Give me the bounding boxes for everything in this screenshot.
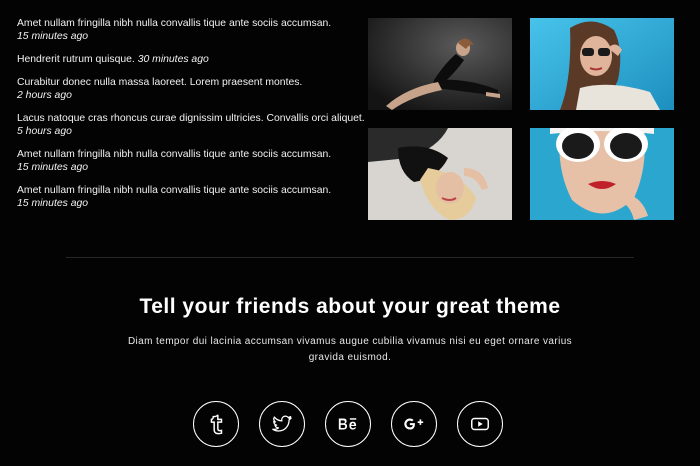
gallery-photo-1[interactable] bbox=[368, 18, 512, 110]
tweet-time[interactable]: 2 hours ago bbox=[17, 89, 347, 102]
tweet-item: Amet nullam fringilla nibh nulla convall… bbox=[17, 148, 347, 174]
tweet-time[interactable]: 15 minutes ago bbox=[17, 161, 347, 174]
tweet-item: Amet nullam fringilla nibh nulla convall… bbox=[17, 184, 347, 210]
tweet-text: Amet nullam fringilla nibh nulla convall… bbox=[17, 18, 332, 29]
photo-gallery bbox=[368, 18, 674, 222]
tweet-text: Lacus natoque cras rhoncus curae digniss… bbox=[17, 113, 365, 124]
tweet-item: Curabitur donec nulla massa laoreet. Lor… bbox=[17, 76, 347, 102]
tweet-time[interactable]: 30 minutes ago bbox=[138, 54, 209, 65]
youtube-icon bbox=[471, 417, 489, 431]
tweet-text: Amet nullam fringilla nibh nulla convall… bbox=[17, 149, 332, 160]
behance-icon bbox=[338, 418, 357, 430]
tweet-time[interactable]: 15 minutes ago bbox=[17, 30, 347, 43]
tumblr-button[interactable] bbox=[193, 401, 239, 447]
google-plus-icon bbox=[404, 418, 424, 430]
tweet-text: Amet nullam fringilla nibh nulla convall… bbox=[17, 185, 332, 196]
tweet-feed: Amet nullam fringilla nibh nulla convall… bbox=[17, 17, 365, 220]
gallery-photo-2[interactable] bbox=[530, 18, 674, 110]
cta-title: Tell your friends about your great theme bbox=[139, 295, 561, 318]
tweet-text-body: Hendrerit rutrum quisque. bbox=[17, 54, 135, 65]
photo-woman-sunglasses-blue-icon bbox=[530, 18, 674, 110]
google-plus-button[interactable] bbox=[391, 401, 437, 447]
cta-description: Diam tempor dui lacinia accumsan vivamus… bbox=[127, 336, 573, 363]
behance-button[interactable] bbox=[325, 401, 371, 447]
tweet-item: Hendrerit rutrum quisque. 30 minutes ago bbox=[17, 53, 347, 66]
tweet-time[interactable]: 15 minutes ago bbox=[17, 197, 347, 210]
social-links bbox=[193, 401, 503, 447]
tweet-item: Amet nullam fringilla nibh nulla convall… bbox=[17, 17, 347, 43]
tumblr-icon bbox=[210, 414, 223, 435]
photo-model-stretching-icon bbox=[368, 18, 512, 110]
gallery-photo-4[interactable] bbox=[530, 128, 674, 220]
youtube-button[interactable] bbox=[457, 401, 503, 447]
twitter-button[interactable] bbox=[259, 401, 305, 447]
tweet-text: Curabitur donec nulla massa laoreet. Lor… bbox=[17, 77, 303, 88]
tweet-text: Hendrerit rutrum quisque. 30 minutes ago bbox=[17, 53, 347, 66]
tweet-item: Lacus natoque cras rhoncus curae digniss… bbox=[17, 112, 365, 138]
photo-woman-white-sunglasses-icon bbox=[530, 128, 674, 220]
photo-woman-lying-blonde-icon bbox=[368, 128, 512, 220]
section-divider bbox=[66, 257, 634, 258]
gallery-photo-3[interactable] bbox=[368, 128, 512, 220]
twitter-icon bbox=[272, 415, 292, 432]
tweet-time[interactable]: 5 hours ago bbox=[17, 125, 347, 138]
